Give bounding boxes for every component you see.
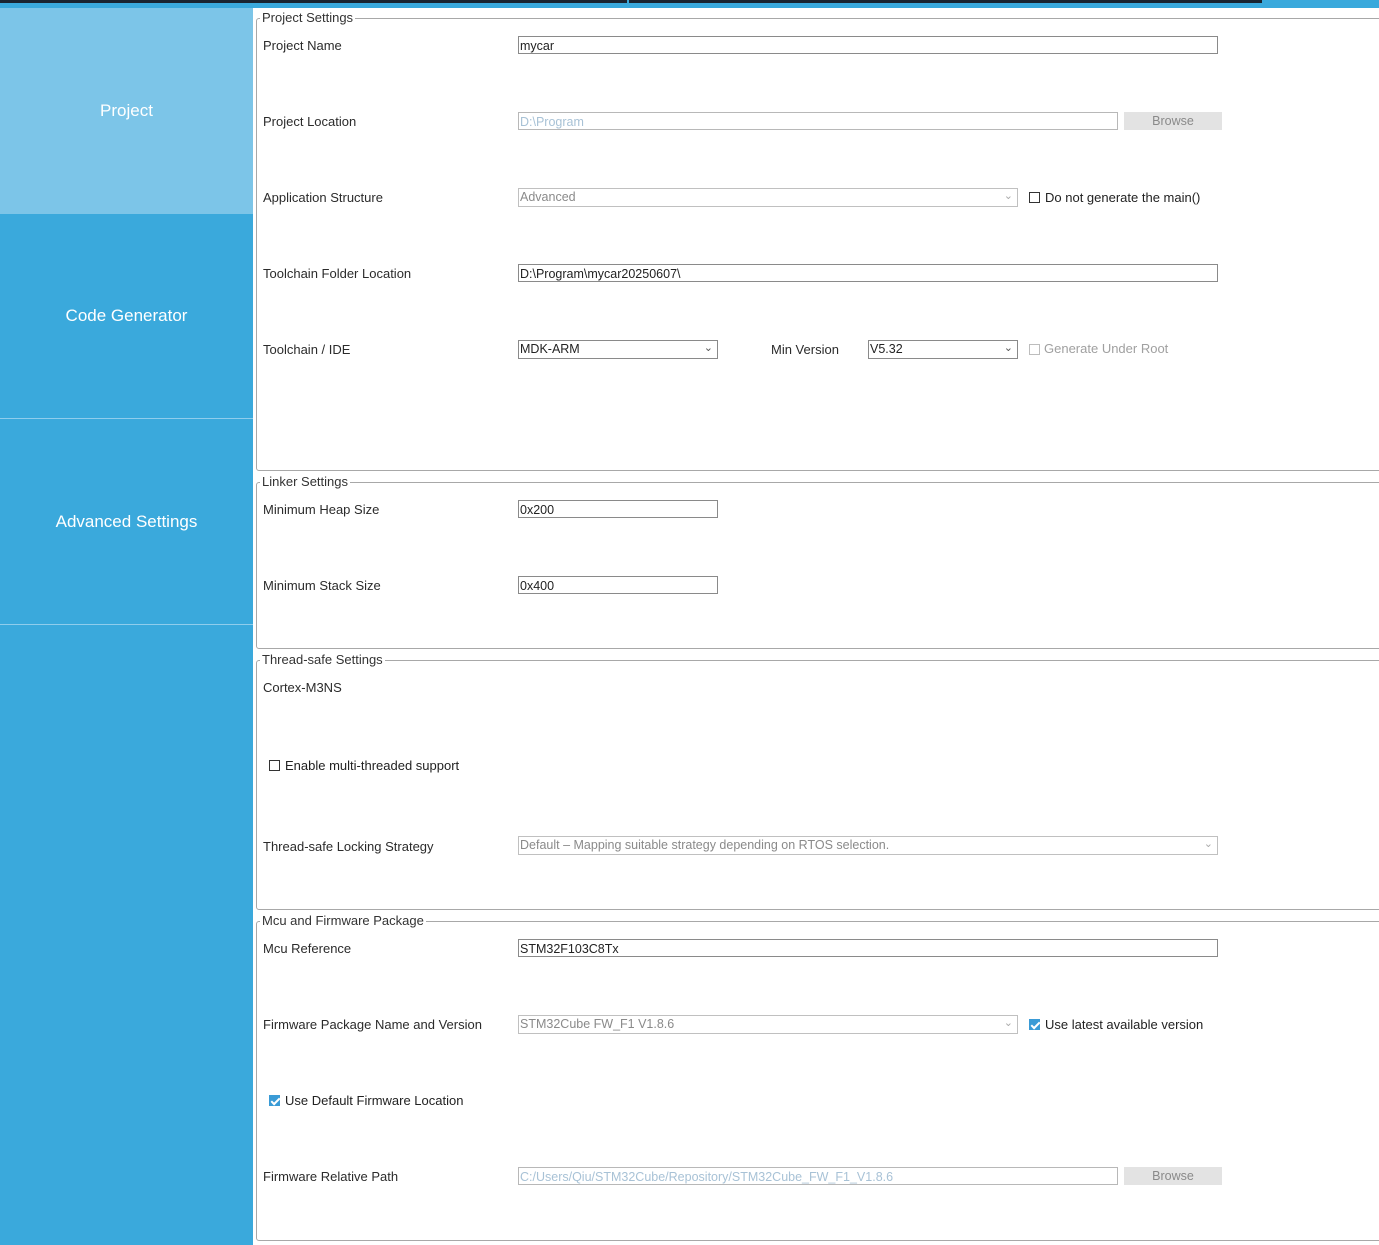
do-not-generate-main-label: Do not generate the main() [1045, 190, 1201, 205]
generate-under-root-checkbox[interactable] [1029, 344, 1040, 355]
min-version-value: V5.32 [870, 342, 903, 356]
chevron-down-icon: ⌄ [1203, 838, 1213, 850]
locking-strategy-select[interactable]: Default – Mapping suitable strategy depe… [518, 836, 1218, 855]
sidebar-item-label: Code Generator [65, 306, 188, 325]
min-version-label: Min Version [771, 342, 839, 357]
chevron-down-icon: ⌄ [1003, 190, 1013, 202]
thread-safe-settings-group: Thread-safe Settings Cortex-M3NS Enable … [256, 652, 1379, 910]
do-not-generate-main-checkbox[interactable] [1029, 192, 1040, 203]
sidebar-divider [0, 624, 253, 625]
firmware-relative-path-label: Firmware Relative Path [263, 1169, 399, 1184]
multithread-label: Enable multi-threaded support [285, 758, 460, 773]
toolchain-ide-label: Toolchain / IDE [263, 342, 351, 357]
project-name-label: Project Name [263, 38, 342, 53]
chevron-down-icon: ⌄ [1003, 1017, 1013, 1029]
firmware-package-label: Firmware Package Name and Version [263, 1017, 482, 1032]
chevron-down-icon: ⌄ [1003, 342, 1013, 354]
multithread-checkbox[interactable] [269, 760, 280, 771]
min-heap-input[interactable]: 0x200 [518, 500, 718, 518]
mcu-reference-input[interactable]: STM32F103C8Tx [518, 939, 1218, 957]
use-latest-version-checkbox[interactable] [1029, 1019, 1040, 1030]
core-name: Cortex-M3NS [263, 680, 342, 695]
use-default-firmware-location-checkbox[interactable] [269, 1095, 280, 1106]
toolchain-ide-value: MDK-ARM [520, 342, 580, 356]
firmware-package-select[interactable]: STM32Cube FW_F1 V1.8.6 ⌄ [518, 1015, 1018, 1034]
group-legend: Mcu and Firmware Package [260, 913, 426, 928]
top-strip-dark-right [629, 0, 1262, 3]
linker-settings-group: Linker Settings Minimum Heap Size 0x200 … [256, 474, 1379, 649]
firmware-relative-path-browse-button[interactable]: Browse [1124, 1167, 1222, 1185]
firmware-relative-path-input[interactable]: C:/Users/Qiu/STM32Cube/Repository/STM32C… [518, 1167, 1118, 1185]
use-latest-version-label: Use latest available version [1045, 1017, 1204, 1032]
toolchain-ide-select[interactable]: MDK-ARM ⌄ [518, 340, 718, 359]
sidebar-item-project[interactable]: Project [0, 8, 253, 214]
sidebar-item-label: Project [100, 101, 153, 120]
group-legend: Thread-safe Settings [260, 652, 385, 667]
locking-strategy-value: Default – Mapping suitable strategy depe… [520, 838, 890, 852]
toolchain-folder-input[interactable]: D:\Program\mycar20250607\ [518, 264, 1218, 282]
sidebar-item-label: Advanced Settings [55, 511, 198, 531]
project-location-browse-button[interactable]: Browse [1124, 112, 1222, 130]
application-structure-select[interactable]: Advanced ⌄ [518, 188, 1018, 207]
application-structure-label: Application Structure [263, 190, 383, 205]
sidebar-item-code-generator[interactable]: Code Generator [0, 214, 253, 418]
top-strip [0, 0, 1379, 8]
chevron-down-icon: ⌄ [703, 342, 713, 354]
project-location-label: Project Location [263, 114, 357, 129]
mcu-firmware-group: Mcu and Firmware Package Mcu Reference S… [256, 913, 1379, 1241]
project-settings-group: Project Settings Project Name mycar Proj… [256, 10, 1379, 471]
group-legend: Project Settings [260, 10, 356, 25]
sidebar: Project Code Generator Advanced Settings [0, 8, 253, 1245]
use-default-firmware-location-label: Use Default Firmware Location [285, 1093, 464, 1108]
locking-strategy-label: Thread-safe Locking Strategy [263, 839, 434, 854]
group-legend: Linker Settings [260, 474, 350, 489]
project-location-input[interactable]: D:\Program [518, 112, 1118, 130]
min-version-select[interactable]: V5.32 ⌄ [868, 340, 1018, 359]
min-stack-input[interactable]: 0x400 [518, 576, 718, 594]
application-structure-value: Advanced [520, 190, 576, 204]
toolchain-folder-label: Toolchain Folder Location [263, 266, 412, 281]
generate-under-root-label: Generate Under Root [1044, 341, 1169, 356]
top-strip-dark-left [0, 0, 627, 3]
min-heap-label: Minimum Heap Size [263, 502, 380, 517]
firmware-package-value: STM32Cube FW_F1 V1.8.6 [520, 1017, 675, 1031]
mcu-reference-label: Mcu Reference [263, 941, 352, 956]
project-name-input[interactable]: mycar [518, 36, 1218, 54]
min-stack-label: Minimum Stack Size [263, 578, 381, 593]
sidebar-item-advanced-settings[interactable]: Advanced Settings [0, 419, 253, 624]
